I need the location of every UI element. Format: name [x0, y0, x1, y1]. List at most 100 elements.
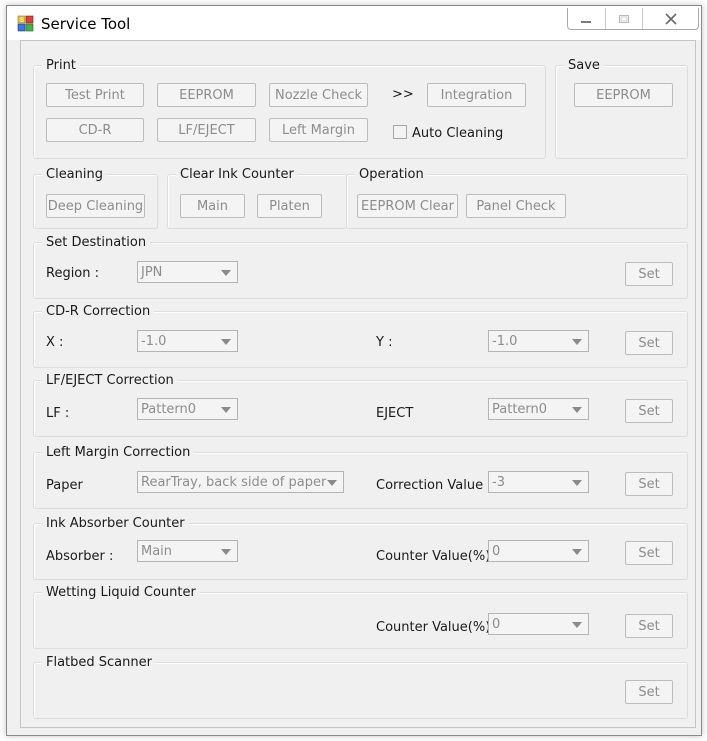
- auto-cleaning-label: Auto Cleaning: [412, 126, 504, 141]
- auto-cleaning-checkbox[interactable]: [393, 125, 407, 139]
- absorber-select[interactable]: Main: [137, 540, 238, 562]
- chevron-down-icon: [327, 480, 337, 486]
- operation-group: Operation EEPROM Clear Panel Check: [346, 167, 688, 229]
- ink-counter-value-label: Counter Value(%): [376, 549, 491, 564]
- print-group-title: Print: [42, 58, 80, 73]
- cdr-correction-title: CD-R Correction: [42, 304, 155, 319]
- close-button[interactable]: [643, 8, 698, 29]
- ink-absorber-counter-title: Ink Absorber Counter: [42, 516, 189, 531]
- paper-label: Paper: [46, 478, 83, 493]
- window-title: Service Tool: [41, 15, 131, 33]
- cdr-correction-group: CD-R Correction X : -1.0 Y : -1.0 Set: [33, 304, 688, 368]
- nozzle-check-button[interactable]: Nozzle Check: [269, 83, 368, 107]
- clear-ink-counter-group: Clear Ink Counter Main Platen: [167, 167, 347, 229]
- correction-value-select[interactable]: -3: [488, 471, 589, 493]
- wetting-liquid-set-button[interactable]: Set: [625, 614, 673, 638]
- lf-eject-correction-set-button[interactable]: Set: [625, 399, 673, 423]
- cdr-print-button[interactable]: CD-R: [46, 118, 144, 142]
- title-bar[interactable]: S Service Tool: [7, 6, 701, 40]
- correction-value-select-value: -3: [492, 474, 505, 490]
- lf-eject-print-button[interactable]: LF/EJECT: [157, 118, 256, 142]
- region-select[interactable]: JPN: [137, 261, 238, 283]
- close-icon: [665, 12, 677, 25]
- lf-label: LF :: [46, 406, 70, 421]
- correction-value-label: Correction Value: [376, 478, 484, 493]
- maximize-icon: [618, 14, 629, 23]
- minimize-button[interactable]: [568, 8, 606, 29]
- save-group: Save EEPROM: [555, 58, 688, 159]
- minimize-icon: [581, 20, 592, 23]
- chevron-down-icon: [572, 339, 582, 345]
- chevron-down-icon: [221, 339, 231, 345]
- region-select-value: JPN: [141, 264, 163, 280]
- left-margin-correction-set-button[interactable]: Set: [625, 472, 673, 496]
- ink-absorber-set-button[interactable]: Set: [625, 541, 673, 565]
- eject-select[interactable]: Pattern0: [488, 398, 589, 420]
- print-group: Print Test Print EEPROM Nozzle Check >> …: [33, 58, 546, 159]
- main-panel: Print Test Print EEPROM Nozzle Check >> …: [20, 40, 696, 728]
- lf-select-value: Pattern0: [141, 401, 197, 417]
- integration-button[interactable]: Integration: [427, 83, 526, 107]
- eject-select-value: Pattern0: [492, 401, 548, 417]
- clear-ink-counter-title: Clear Ink Counter: [176, 167, 298, 182]
- wetting-counter-value-label: Counter Value(%): [376, 620, 491, 635]
- caption-buttons: [567, 8, 699, 30]
- wetting-counter-value-select-value: 0: [492, 616, 501, 632]
- save-group-title: Save: [564, 58, 604, 73]
- wetting-liquid-counter-title: Wetting Liquid Counter: [42, 585, 200, 600]
- left-margin-correction-title: Left Margin Correction: [42, 445, 195, 460]
- set-destination-group: Set Destination Region : JPN Set: [33, 235, 688, 299]
- wetting-liquid-counter-group: Wetting Liquid Counter Counter Value(%) …: [33, 585, 688, 649]
- lf-select[interactable]: Pattern0: [137, 398, 238, 420]
- paper-select[interactable]: RearTray, back side of paper: [137, 471, 344, 493]
- svg-text:S: S: [20, 17, 24, 24]
- y-label: Y :: [376, 335, 393, 350]
- left-margin-print-button[interactable]: Left Margin: [269, 118, 368, 142]
- flatbed-scanner-group: Flatbed Scanner Set: [33, 655, 688, 719]
- clear-main-button[interactable]: Main: [180, 194, 245, 218]
- flatbed-scanner-title: Flatbed Scanner: [42, 655, 156, 670]
- panel-check-button[interactable]: Panel Check: [466, 194, 566, 218]
- left-margin-correction-group: Left Margin Correction Paper RearTray, b…: [33, 445, 688, 509]
- x-label: X :: [46, 335, 64, 350]
- chevron-down-icon: [572, 480, 582, 486]
- cleaning-group: Cleaning Deep Cleaning: [33, 167, 158, 229]
- set-destination-set-button[interactable]: Set: [625, 262, 673, 286]
- eeprom-clear-button[interactable]: EEPROM Clear: [357, 194, 458, 218]
- chevron-down-icon: [221, 270, 231, 276]
- chevron-down-icon: [221, 407, 231, 413]
- save-eeprom-button[interactable]: EEPROM: [574, 83, 673, 107]
- x-select-value: -1.0: [141, 333, 167, 349]
- chevron-down-icon: [221, 549, 231, 555]
- set-destination-title: Set Destination: [42, 235, 151, 250]
- x-select[interactable]: -1.0: [137, 330, 238, 352]
- cleaning-group-title: Cleaning: [42, 167, 107, 182]
- chevron-down-icon: [572, 407, 582, 413]
- paper-select-value: RearTray, back side of paper: [141, 474, 327, 490]
- ink-counter-value-select-value: 0: [492, 543, 501, 559]
- ink-counter-value-select[interactable]: 0: [488, 540, 589, 562]
- deep-cleaning-button[interactable]: Deep Cleaning: [46, 194, 145, 218]
- cdr-correction-set-button[interactable]: Set: [625, 331, 673, 355]
- eject-label: EJECT: [376, 406, 414, 421]
- arrows-indicator: >>: [392, 87, 414, 102]
- flatbed-scanner-set-button[interactable]: Set: [625, 680, 673, 704]
- chevron-down-icon: [572, 549, 582, 555]
- absorber-label: Absorber :: [46, 549, 114, 564]
- clear-platen-button[interactable]: Platen: [257, 194, 322, 218]
- printer-app-icon: S: [17, 15, 34, 32]
- service-tool-window: S Service Tool Print Test Print EEPROM N…: [6, 5, 702, 736]
- lf-eject-correction-title: LF/EJECT Correction: [42, 373, 178, 388]
- y-select-value: -1.0: [492, 333, 518, 349]
- lf-eject-correction-group: LF/EJECT Correction LF : Pattern0 EJECT …: [33, 373, 688, 437]
- wetting-counter-value-select[interactable]: 0: [488, 613, 589, 635]
- region-label: Region :: [46, 266, 100, 281]
- test-print-button[interactable]: Test Print: [46, 83, 144, 107]
- absorber-select-value: Main: [141, 543, 173, 559]
- operation-group-title: Operation: [355, 167, 428, 182]
- chevron-down-icon: [572, 622, 582, 628]
- ink-absorber-counter-group: Ink Absorber Counter Absorber : Main Cou…: [33, 516, 688, 580]
- eeprom-print-button[interactable]: EEPROM: [157, 83, 256, 107]
- maximize-button[interactable]: [606, 8, 644, 29]
- y-select[interactable]: -1.0: [488, 330, 589, 352]
